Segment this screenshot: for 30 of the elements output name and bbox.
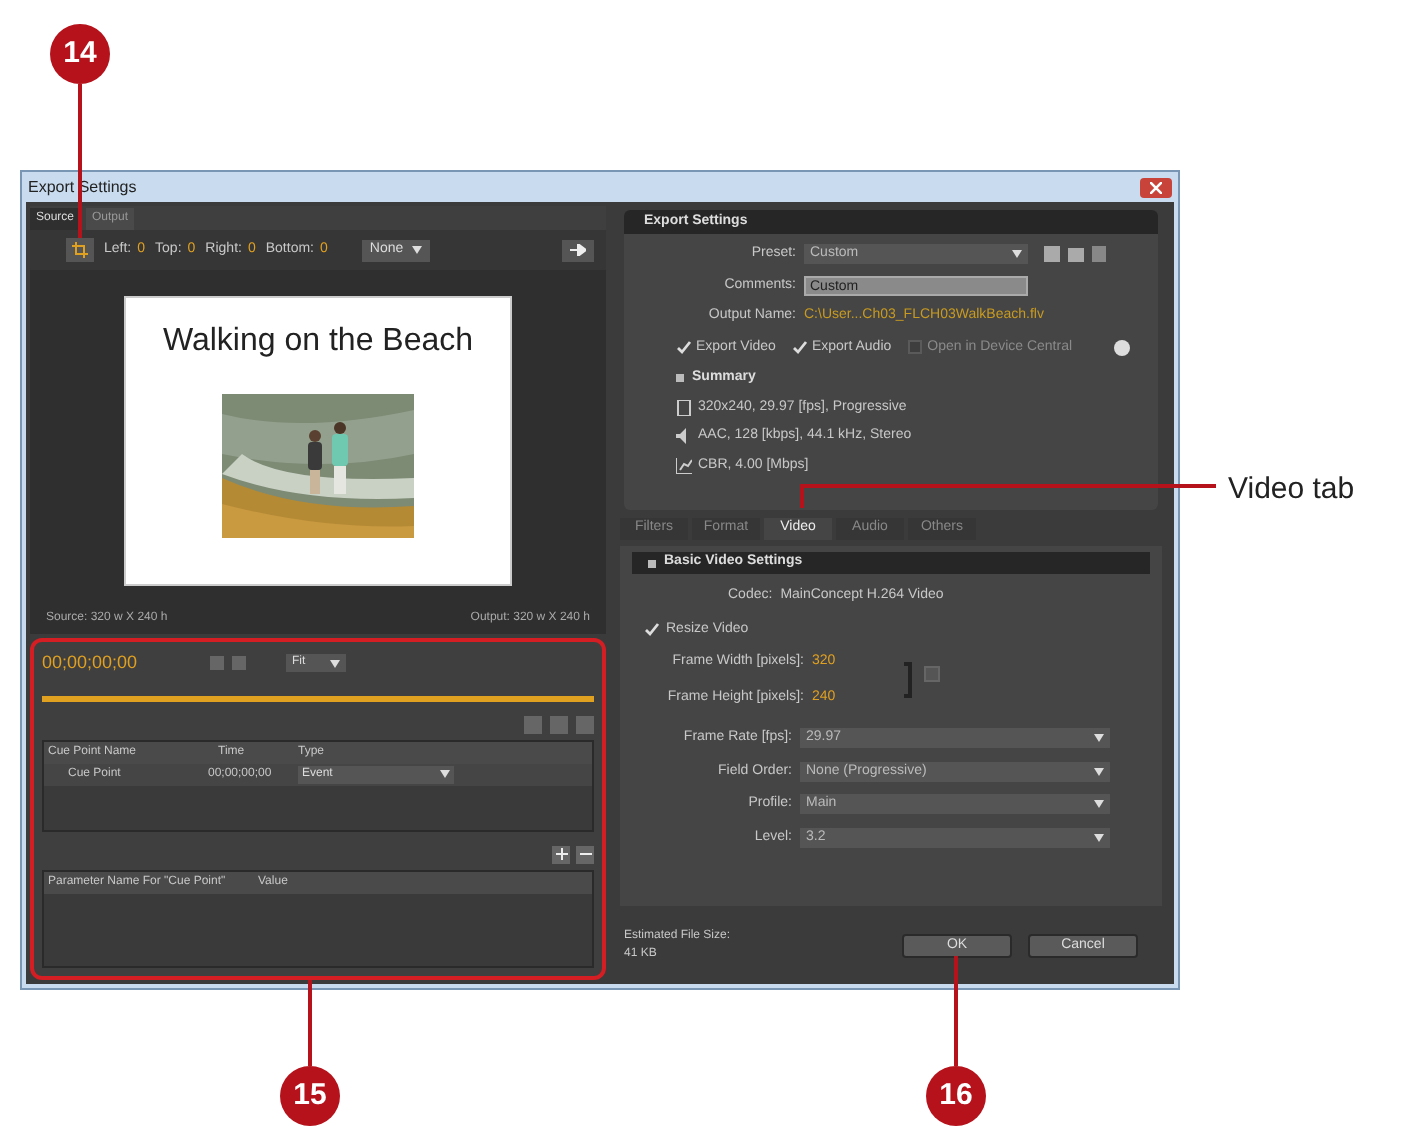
step-number-badge: 15 — [280, 1066, 340, 1126]
caret-icon — [411, 246, 422, 254]
film-icon — [676, 399, 692, 416]
add-button[interactable] — [552, 845, 570, 863]
caret-icon — [1012, 250, 1022, 259]
close-icon — [1150, 181, 1162, 193]
caret-icon — [1094, 833, 1104, 842]
crop-icon — [72, 242, 88, 258]
crop-tool-button[interactable] — [66, 238, 94, 262]
slide-title: Walking on the Beach — [162, 321, 474, 361]
caret-icon — [440, 770, 450, 778]
caret-icon — [1094, 800, 1104, 809]
minus-icon — [579, 848, 591, 860]
chart-icon — [676, 457, 692, 474]
speaker-icon — [676, 428, 692, 445]
step-number-badge: 16 — [926, 1066, 986, 1126]
leader-line — [308, 980, 312, 1066]
plus-icon — [555, 848, 567, 860]
link-bracket-icon — [904, 662, 912, 698]
close-button[interactable] — [1140, 177, 1172, 197]
annotation-label: Video tab — [1228, 470, 1355, 510]
timeline-bar[interactable] — [42, 695, 594, 701]
arrow-button[interactable] — [562, 239, 594, 261]
caret-icon — [330, 659, 340, 668]
step-number-badge: 14 — [50, 24, 110, 84]
arrow-icon — [570, 244, 586, 256]
caret-icon — [1094, 734, 1104, 743]
timecode[interactable]: 00;00;00;00 — [42, 650, 202, 677]
caret-icon — [1094, 767, 1104, 776]
leader-line — [954, 956, 958, 1066]
